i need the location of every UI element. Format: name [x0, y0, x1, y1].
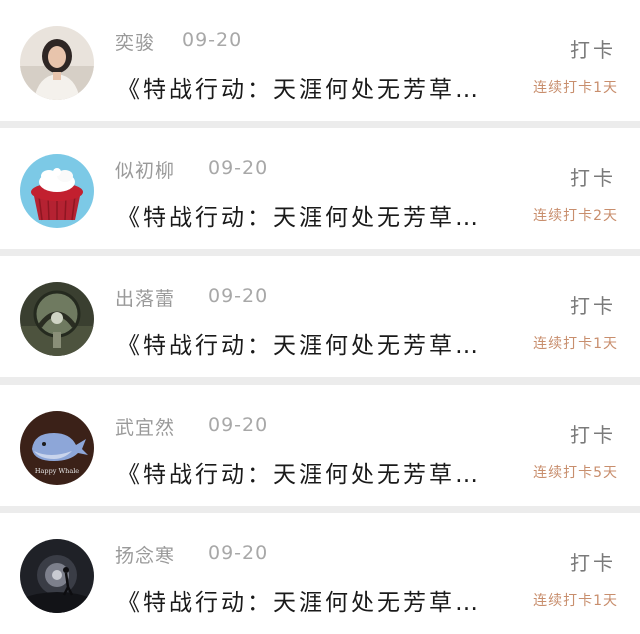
checkin-date: 09-20	[208, 414, 269, 436]
list-item[interactable]: 似初柳 09-20 打卡 《特战行动：天涯何处无芳草… 连续打卡2天	[0, 128, 640, 249]
avatar-cupcake-icon	[20, 154, 94, 228]
list-item[interactable]: Happy Whale 武宜然 09-20 打卡 《特战行动：天涯何处无芳草… …	[0, 385, 640, 506]
book-title[interactable]: 《特战行动：天涯何处无芳草…	[117, 455, 527, 489]
list-item[interactable]: 奕骏 09-20 打卡 《特战行动：天涯何处无芳草… 连续打卡1天	[0, 0, 640, 121]
book-title[interactable]: 《特战行动：天涯何处无芳草…	[117, 198, 527, 232]
avatar-happy-whale-icon: Happy Whale	[20, 411, 94, 485]
avatar-sphere-landscape-icon	[20, 282, 94, 356]
checkin-action: 打卡	[570, 423, 616, 447]
book-title[interactable]: 《特战行动：天涯何处无芳草…	[117, 326, 527, 360]
checkin-action: 打卡	[570, 551, 616, 575]
checkin-list: 奕骏 09-20 打卡 《特战行动：天涯何处无芳草… 连续打卡1天 似初柳 09…	[0, 0, 640, 634]
avatar[interactable]	[20, 26, 94, 100]
user-name[interactable]: 扬念寒	[115, 541, 175, 568]
checkin-date: 09-20	[208, 542, 269, 564]
streak-label: 连续打卡1天	[533, 80, 618, 96]
list-item[interactable]: 出落蕾 09-20 打卡 《特战行动：天涯何处无芳草… 连续打卡1天	[0, 256, 640, 377]
user-name[interactable]: 奕骏	[115, 28, 155, 55]
checkin-action: 打卡	[570, 294, 616, 318]
book-title[interactable]: 《特战行动：天涯何处无芳草…	[117, 70, 527, 104]
streak-label: 连续打卡1天	[533, 336, 618, 352]
streak-label: 连续打卡2天	[533, 208, 618, 224]
avatar[interactable]: Happy Whale	[20, 411, 94, 485]
checkin-date: 09-20	[208, 157, 269, 179]
avatar[interactable]	[20, 154, 94, 228]
checkin-action: 打卡	[570, 166, 616, 190]
avatar[interactable]	[20, 282, 94, 356]
book-title[interactable]: 《特战行动：天涯何处无芳草…	[117, 583, 527, 617]
list-item[interactable]: 扬念寒 09-20 打卡 《特战行动：天涯何处无芳草… 连续打卡1天	[0, 513, 640, 634]
user-name[interactable]: 出落蕾	[115, 284, 175, 311]
checkin-date: 09-20	[182, 29, 243, 51]
avatar-portrait-woman-icon	[20, 26, 94, 100]
streak-label: 连续打卡5天	[533, 465, 618, 481]
avatar-dark-figure-icon	[20, 539, 94, 613]
checkin-date: 09-20	[208, 285, 269, 307]
checkin-action: 打卡	[570, 38, 616, 62]
user-name[interactable]: 似初柳	[115, 156, 175, 183]
streak-label: 连续打卡1天	[533, 593, 618, 609]
user-name[interactable]: 武宜然	[115, 413, 175, 440]
avatar-caption: Happy Whale	[35, 467, 79, 475]
avatar[interactable]	[20, 539, 94, 613]
